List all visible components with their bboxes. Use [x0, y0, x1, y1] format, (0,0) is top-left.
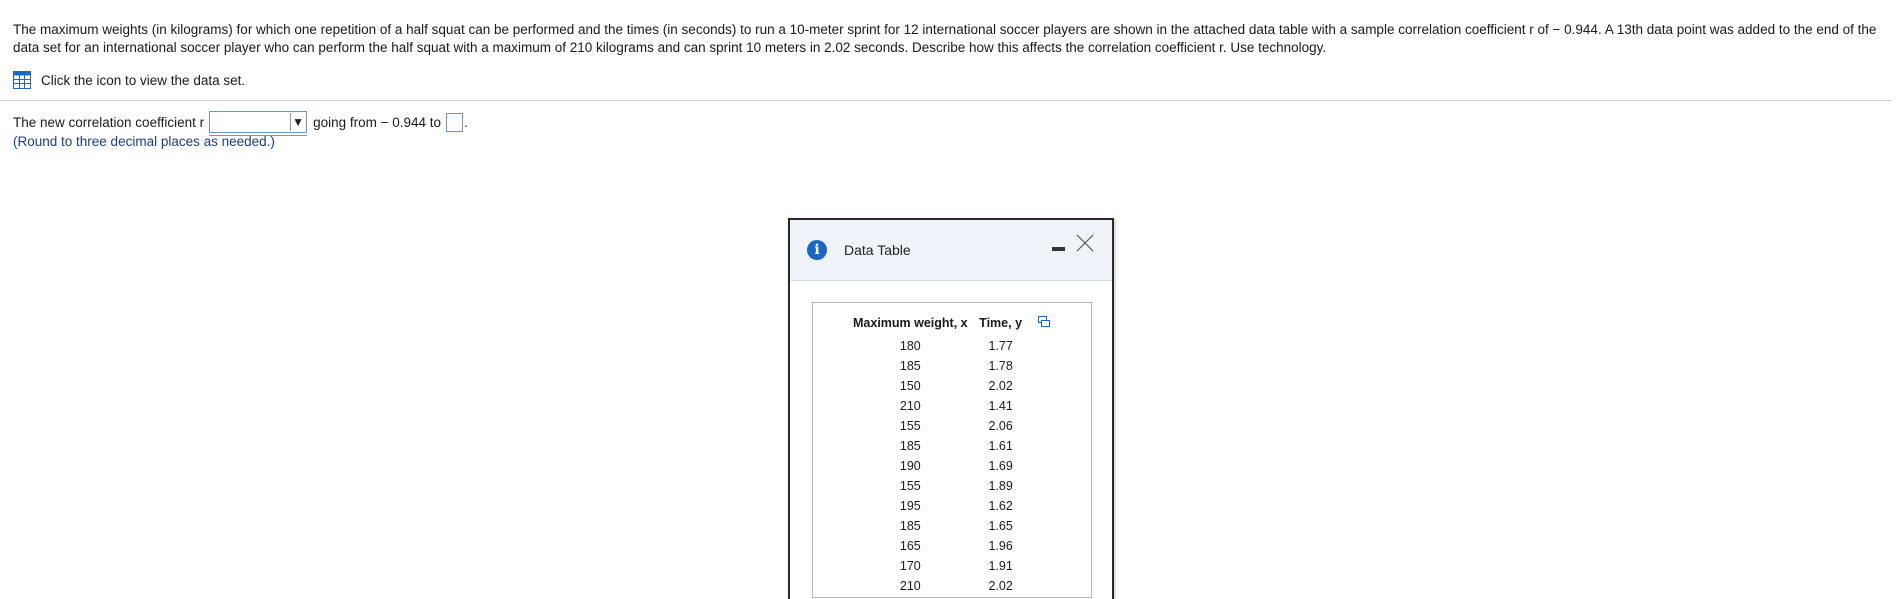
- weight-cell: 210: [899, 399, 921, 413]
- time-cell: 2.02: [988, 379, 1013, 393]
- grid-table-icon[interactable]: [13, 71, 31, 89]
- view-dataset-link[interactable]: Click the icon to view the data set.: [13, 71, 245, 89]
- weight-cell: 150: [899, 379, 921, 393]
- answer-line: The new correlation coefficient r ▼ goin…: [13, 111, 468, 136]
- time-cell: 2.02: [988, 579, 1013, 593]
- info-icon: i: [807, 240, 827, 260]
- table-row: 190 1.69: [848, 456, 1029, 476]
- weight-cell: 155: [899, 479, 921, 493]
- weight-cell: 195: [899, 499, 921, 513]
- time-cell: 1.69: [988, 459, 1013, 473]
- weight-cell: 155: [899, 419, 921, 433]
- dialog-header[interactable]: i Data Table: [790, 220, 1112, 281]
- data-table-dialog: i Data Table Maximum weight, x Time, y 1…: [788, 218, 1114, 599]
- time-cell: 1.65: [988, 519, 1013, 533]
- table-row: 195 1.62: [848, 496, 1029, 516]
- table-row: 155 1.89: [848, 476, 1029, 496]
- time-cell: 1.77: [988, 339, 1013, 353]
- weight-cell: 210: [899, 579, 921, 593]
- table-row: 210 1.41: [848, 396, 1029, 416]
- close-icon[interactable]: [1075, 233, 1095, 253]
- time-cell: 2.06: [988, 419, 1013, 433]
- time-cell: 1.78: [988, 359, 1013, 373]
- table-row: 210 2.02: [848, 576, 1029, 596]
- copy-icon[interactable]: [1038, 316, 1050, 328]
- answer-middle-text: going from − 0.944 to: [313, 114, 442, 130]
- weight-cell: 185: [899, 519, 921, 533]
- dialog-title: Data Table: [844, 242, 911, 258]
- weight-cell: 185: [899, 359, 921, 373]
- question-text: The maximum weights (in kilograms) for w…: [13, 22, 1877, 55]
- answer-prefix: The new correlation coefficient r: [13, 114, 205, 130]
- weight-cell: 180: [899, 339, 921, 353]
- new-r-input[interactable]: [446, 112, 464, 132]
- dropdown-arrow-icon[interactable]: ▼: [290, 113, 305, 131]
- weight-cell: 190: [899, 459, 921, 473]
- data-table-frame: Maximum weight, x Time, y 180 1.77 185 1.7…: [812, 302, 1092, 598]
- table-row: 185 1.65: [848, 516, 1029, 536]
- answer-suffix: .: [464, 114, 468, 130]
- data-table: Maximum weight, x Time, y 180 1.77 185 1.7…: [848, 309, 1029, 596]
- table-row: 180 1.77: [848, 336, 1029, 356]
- table-row: 165 1.96: [848, 536, 1029, 556]
- minimize-button[interactable]: [1052, 242, 1066, 254]
- time-cell: 1.91: [988, 559, 1013, 573]
- weight-cell: 185: [899, 439, 921, 453]
- time-cell: 1.96: [988, 539, 1013, 553]
- table-row: 185 1.61: [848, 436, 1029, 456]
- rounding-note: (Round to three decimal places as needed…: [13, 134, 275, 149]
- table-row: 170 1.91: [848, 556, 1029, 576]
- time-cell: 1.89: [988, 479, 1013, 493]
- time-cell: 1.41: [988, 399, 1013, 413]
- table-row: 150 2.02: [848, 376, 1029, 396]
- change-direction-dropdown[interactable]: ▼: [209, 111, 308, 136]
- time-cell: 1.61: [988, 439, 1013, 453]
- weight-cell: 165: [899, 539, 921, 553]
- view-dataset-label[interactable]: Click the icon to view the data set.: [41, 73, 245, 88]
- weight-cell: 170: [899, 559, 921, 573]
- column-header-weight: Maximum weight, x: [853, 315, 968, 330]
- column-header-time: Time, y: [979, 315, 1023, 330]
- section-divider: [0, 100, 1893, 101]
- table-row: 185 1.78: [848, 356, 1029, 376]
- table-row: 155 2.06: [848, 416, 1029, 436]
- page: The maximum weights (in kilograms) for w…: [0, 0, 1903, 599]
- table-header-row: Maximum weight, x Time, y: [848, 309, 1029, 336]
- time-cell: 1.62: [988, 499, 1013, 513]
